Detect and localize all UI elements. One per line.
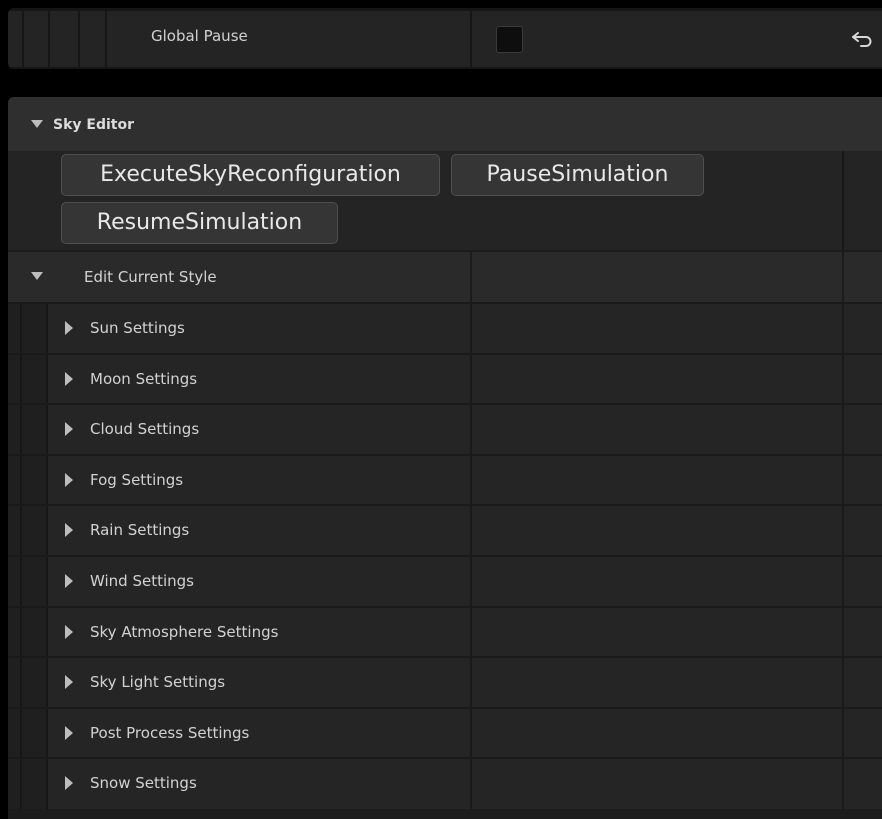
column-divider <box>470 759 472 809</box>
triangle-right-icon[interactable] <box>65 523 73 537</box>
category-label: Sky Atmosphere Settings <box>90 623 279 641</box>
triangle-right-icon[interactable] <box>65 473 73 487</box>
row-indent <box>8 456 48 505</box>
column-divider <box>842 658 844 707</box>
panel-bottom-edge <box>8 809 882 819</box>
category-label: Sky Light Settings <box>90 673 226 691</box>
row-indent <box>8 355 48 404</box>
sky-editor-header[interactable]: Sky Editor <box>8 97 882 151</box>
indent-stripe <box>105 8 107 69</box>
category-row-sky-atmosphere-settings[interactable]: Sky Atmosphere Settings <box>8 606 882 657</box>
resume-simulation-button[interactable]: ResumeSimulation <box>61 202 338 244</box>
row-indent <box>8 405 48 454</box>
category-label: Post Process Settings <box>90 724 250 742</box>
column-divider <box>470 658 472 707</box>
category-label: Fog Settings <box>90 471 184 489</box>
row-indent <box>8 506 48 555</box>
category-label: Sun Settings <box>90 319 185 337</box>
triangle-right-icon[interactable] <box>65 574 73 588</box>
category-row-sky-light-settings[interactable]: Sky Light Settings <box>8 656 882 707</box>
column-divider <box>470 557 472 606</box>
column-divider <box>470 405 472 454</box>
triangle-down-icon[interactable] <box>31 272 43 280</box>
category-label: Rain Settings <box>90 521 190 539</box>
column-divider <box>470 252 472 302</box>
row-indent <box>8 709 48 758</box>
triangle-down-icon[interactable] <box>31 120 43 128</box>
column-divider <box>842 608 844 657</box>
column-divider <box>842 709 844 758</box>
triangle-right-icon[interactable] <box>65 372 73 386</box>
global-pause-row: Global Pause <box>8 8 882 69</box>
indent-stripe <box>78 8 80 69</box>
column-divider <box>470 304 472 353</box>
column-divider <box>842 759 844 809</box>
column-divider <box>842 355 844 404</box>
column-divider <box>842 506 844 555</box>
sky-editor-button-area: ExecuteSkyReconfiguration PauseSimulatio… <box>8 151 882 251</box>
row-indent <box>8 557 48 606</box>
category-row-snow-settings[interactable]: Snow Settings <box>8 757 882 809</box>
triangle-right-icon[interactable] <box>65 726 73 740</box>
category-label: Wind Settings <box>90 572 194 590</box>
indent-stripe <box>48 8 50 69</box>
pause-simulation-button[interactable]: PauseSimulation <box>451 154 704 196</box>
triangle-right-icon[interactable] <box>65 422 73 436</box>
sky-editor-title: Sky Editor <box>53 117 134 133</box>
category-row-moon-settings[interactable]: Moon Settings <box>8 353 882 404</box>
sky-editor-panel: Sky Editor ExecuteSkyReconfiguration Pau… <box>8 97 882 819</box>
column-divider <box>470 456 472 505</box>
row-indent <box>8 658 48 707</box>
triangle-right-icon[interactable] <box>65 625 73 639</box>
edit-current-style-header[interactable]: Edit Current Style <box>8 250 882 302</box>
triangle-right-icon[interactable] <box>65 675 73 689</box>
column-divider <box>842 252 844 302</box>
triangle-right-icon[interactable] <box>65 321 73 335</box>
category-row-wind-settings[interactable]: Wind Settings <box>8 555 882 606</box>
category-row-fog-settings[interactable]: Fog Settings <box>8 454 882 505</box>
edit-current-style-label: Edit Current Style <box>84 268 217 286</box>
row-indent <box>8 304 48 353</box>
column-divider <box>842 456 844 505</box>
category-row-cloud-settings[interactable]: Cloud Settings <box>8 403 882 454</box>
column-divider <box>470 11 472 69</box>
indent-stripe <box>22 8 24 69</box>
column-divider <box>842 405 844 454</box>
column-divider <box>842 151 844 251</box>
category-row-sun-settings[interactable]: Sun Settings <box>8 302 882 353</box>
global-pause-checkbox[interactable] <box>496 26 523 53</box>
column-divider <box>470 355 472 404</box>
triangle-right-icon[interactable] <box>65 776 73 790</box>
row-border-top <box>8 8 882 11</box>
global-pause-label: Global Pause <box>151 27 248 45</box>
column-divider <box>470 608 472 657</box>
category-label: Moon Settings <box>90 370 198 388</box>
row-indent <box>8 759 48 809</box>
column-divider <box>842 304 844 353</box>
column-divider <box>842 557 844 606</box>
category-label: Cloud Settings <box>90 420 200 438</box>
execute-sky-reconfiguration-button[interactable]: ExecuteSkyReconfiguration <box>61 154 440 196</box>
row-border-bottom <box>8 67 882 69</box>
row-indent <box>8 608 48 657</box>
reset-arrow-icon[interactable] <box>851 30 873 48</box>
column-divider <box>470 506 472 555</box>
category-row-rain-settings[interactable]: Rain Settings <box>8 504 882 555</box>
column-divider <box>470 709 472 758</box>
category-label: Snow Settings <box>90 774 197 792</box>
category-row-post-process-settings[interactable]: Post Process Settings <box>8 707 882 758</box>
